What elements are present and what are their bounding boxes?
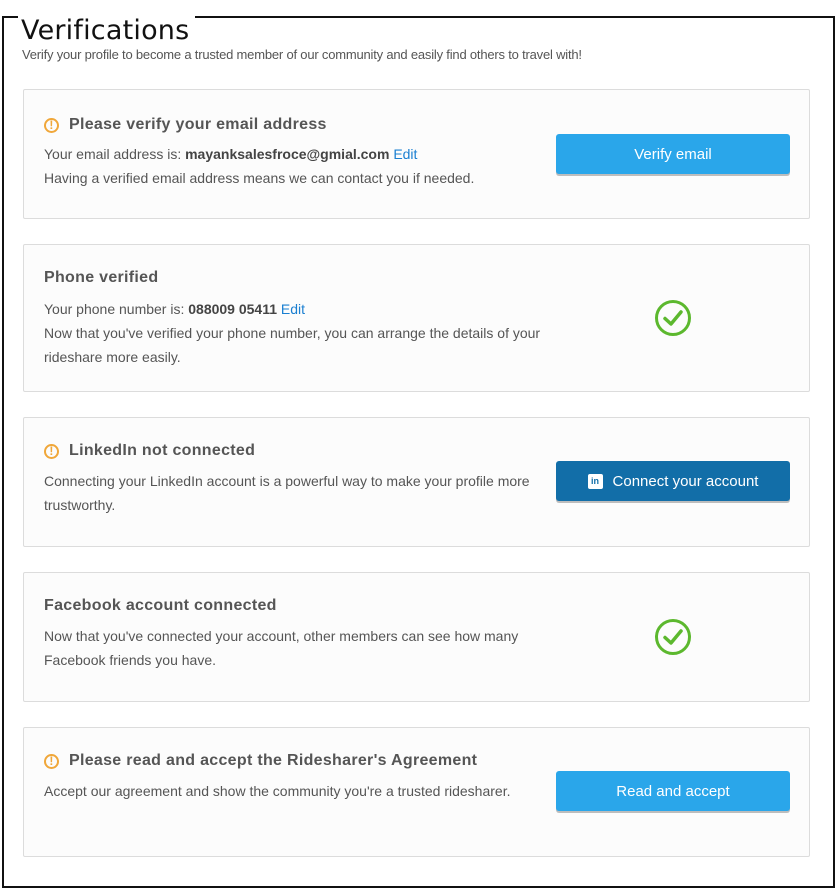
warning-icon: !	[44, 443, 59, 459]
phone-description: Now that you've verified your phone numb…	[44, 325, 541, 365]
email-card-header: ! Please verify your email address	[44, 116, 327, 134]
connect-linkedin-label: Connect your account	[612, 472, 759, 490]
edit-email-link[interactable]: Edit	[393, 146, 417, 162]
check-circle-icon	[655, 300, 691, 336]
phone-card-body: Your phone number is: 088009 05411 Edit …	[44, 297, 564, 369]
connect-linkedin-button[interactable]: in Connect your account	[556, 461, 790, 501]
linkedin-verification-card: ! LinkedIn not connected Connecting your…	[23, 417, 810, 547]
email-address: mayanksalesfroce@gmial.com	[185, 146, 390, 162]
linkedin-card-description: Connecting your LinkedIn account is a po…	[44, 473, 530, 513]
email-verification-card: ! Please verify your email address Your …	[23, 89, 810, 219]
agreement-card-header: ! Please read and accept the Ridesharer'…	[44, 752, 477, 770]
phone-line: Your phone number is: 088009 05411 Edit	[44, 297, 564, 321]
phone-card-title: Phone verified	[44, 269, 159, 286]
agreement-card: ! Please read and accept the Ridesharer'…	[23, 727, 810, 857]
warning-icon: !	[44, 753, 59, 769]
linkedin-card-header: ! LinkedIn not connected	[44, 442, 255, 460]
phone-number: 088009 05411	[188, 301, 278, 317]
facebook-verification-card: Facebook account connected Now that you'…	[23, 572, 810, 702]
email-line: Your email address is: mayanksalesfroce@…	[44, 142, 564, 166]
page-title: Verifications	[18, 16, 196, 50]
facebook-card-description: Now that you've connected your account, …	[44, 628, 519, 668]
agreement-card-title: Please read and accept the Ridesharer's …	[69, 752, 478, 769]
linkedin-icon: in	[587, 473, 603, 489]
email-card-title: Please verify your email address	[69, 116, 327, 133]
phone-prefix: Your phone number is:	[44, 301, 189, 317]
verify-email-button[interactable]: Verify email	[556, 134, 790, 174]
phone-verification-card: Phone verified Your phone number is: 088…	[23, 244, 810, 392]
check-circle-icon	[655, 619, 691, 655]
facebook-card-title: Facebook account connected	[44, 597, 277, 614]
read-and-accept-button[interactable]: Read and accept	[556, 771, 790, 811]
intro-text: Verify your profile to become a trusted …	[22, 47, 582, 62]
email-prefix: Your email address is:	[44, 146, 186, 162]
warning-icon: !	[44, 117, 59, 133]
email-card-body: Your email address is: mayanksalesfroce@…	[44, 142, 564, 190]
email-description: Having a verified email address means we…	[44, 170, 475, 186]
linkedin-card-title: LinkedIn not connected	[69, 442, 256, 459]
edit-phone-link[interactable]: Edit	[281, 301, 305, 317]
agreement-card-description: Accept our agreement and show the commun…	[44, 783, 511, 799]
